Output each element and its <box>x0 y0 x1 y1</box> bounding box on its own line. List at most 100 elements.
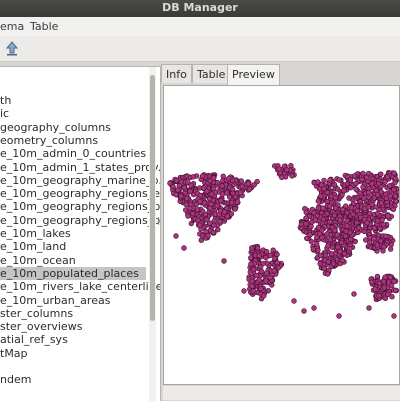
place-point <box>250 266 257 273</box>
place-point <box>241 288 247 294</box>
place-point <box>347 245 353 252</box>
place-point <box>329 244 336 251</box>
tree-item[interactable]: e_10m_land <box>0 240 66 253</box>
upload-arrow-icon <box>5 41 19 56</box>
place-point <box>254 178 260 185</box>
place-point <box>343 228 349 235</box>
place-point <box>262 254 269 261</box>
tree-item[interactable]: e_10m_rivers_lake_centerlines <box>0 280 160 293</box>
place-point <box>202 211 209 218</box>
place-point <box>321 186 327 192</box>
title-bar: DB Manager <box>0 0 400 17</box>
tree-item[interactable]: ster_overviews <box>0 320 82 333</box>
splitter-handle[interactable] <box>157 216 160 226</box>
preview-canvas[interactable] <box>163 85 400 385</box>
tree-item[interactable]: ster_columns <box>0 307 73 320</box>
tree-item[interactable]: e_10m_lakes <box>0 227 71 240</box>
tree-item[interactable]: e_10m_ocean <box>0 254 76 267</box>
place-point <box>215 227 221 233</box>
place-point <box>351 173 358 179</box>
place-point <box>353 186 359 192</box>
place-point <box>312 217 319 223</box>
tree-scrollbar-thumb[interactable] <box>150 75 155 321</box>
tab-preview[interactable]: Preview <box>227 64 280 85</box>
place-point <box>199 173 206 179</box>
place-point <box>259 268 265 275</box>
place-point <box>350 211 356 218</box>
tree-item[interactable]: geography_columns <box>0 121 111 134</box>
place-point <box>366 194 372 200</box>
tree-item[interactable]: ndem <box>0 373 31 386</box>
place-point <box>175 187 181 193</box>
place-point <box>319 234 325 241</box>
menu-table[interactable]: Table <box>30 20 58 33</box>
place-point <box>385 291 391 298</box>
place-point <box>195 217 201 224</box>
tree-item[interactable]: e_10m_geography_regions_e... <box>0 187 160 200</box>
place-point <box>190 174 196 180</box>
place-point <box>315 224 322 231</box>
place-point <box>229 186 236 193</box>
tree-item[interactable]: eometry_columns <box>0 134 98 147</box>
place-point <box>351 291 357 297</box>
place-point <box>332 205 339 211</box>
place-point <box>340 206 346 213</box>
database-tree[interactable]: th ic geography_columns eometry_columns e_10… <box>0 66 161 401</box>
place-point <box>311 305 317 311</box>
place-point <box>341 250 348 257</box>
place-point <box>332 194 339 201</box>
tree-item[interactable]: e_10m_admin_1_states_prov... <box>0 161 160 174</box>
place-point <box>364 220 370 226</box>
place-point <box>198 237 204 243</box>
place-point <box>224 213 231 220</box>
tree-item[interactable]: e_10m_geography_regions_p... <box>0 214 160 227</box>
place-point <box>344 223 350 229</box>
place-point <box>238 178 245 184</box>
place-point <box>384 174 391 180</box>
refresh-button[interactable] <box>3 39 21 57</box>
place-point <box>383 233 389 239</box>
tree-item[interactable]: e_10m_geography_marine_p... <box>0 174 160 187</box>
place-point <box>391 278 397 285</box>
tab-info[interactable]: Info <box>161 64 192 83</box>
place-point <box>363 174 370 181</box>
place-point <box>320 205 326 211</box>
place-point <box>363 237 369 243</box>
place-point <box>260 293 267 299</box>
place-point <box>374 273 381 280</box>
tree-item[interactable]: e_10m_urban_areas <box>0 294 110 307</box>
place-point <box>303 215 309 221</box>
menu-schema[interactable]: ema <box>0 20 24 33</box>
tree-item[interactable]: atial_ref_sys <box>0 333 68 346</box>
place-point <box>331 212 338 219</box>
tree-item[interactable]: e_10m_admin_0_countries <box>0 147 146 160</box>
place-point <box>248 261 254 267</box>
place-point <box>344 217 350 224</box>
preview-hscrollbar[interactable] <box>163 386 400 400</box>
place-point <box>341 187 347 194</box>
tree-item[interactable]: e_10m_populated_places <box>0 266 146 281</box>
place-point <box>382 179 388 185</box>
place-point <box>332 227 338 233</box>
place-point <box>335 186 341 192</box>
place-point <box>194 207 201 213</box>
tree-item[interactable]: tMap <box>0 347 28 360</box>
place-point <box>388 241 395 248</box>
place-point <box>339 257 346 264</box>
place-point <box>303 221 309 227</box>
place-point <box>335 244 341 250</box>
tab-table[interactable]: Table <box>192 64 231 83</box>
place-point <box>219 183 225 189</box>
place-point <box>318 252 324 259</box>
tree-scrollbar[interactable] <box>149 67 156 401</box>
place-point <box>371 225 378 231</box>
place-point <box>187 205 193 212</box>
tree-item[interactable]: ic <box>0 107 9 120</box>
tree-item[interactable]: e_10m_geography_regions_p... <box>0 200 160 213</box>
tree-item[interactable]: th <box>0 94 11 107</box>
place-point <box>314 241 320 247</box>
populated-places-map <box>167 162 400 319</box>
place-point <box>327 177 333 183</box>
place-point <box>379 217 385 223</box>
place-point <box>373 187 380 194</box>
